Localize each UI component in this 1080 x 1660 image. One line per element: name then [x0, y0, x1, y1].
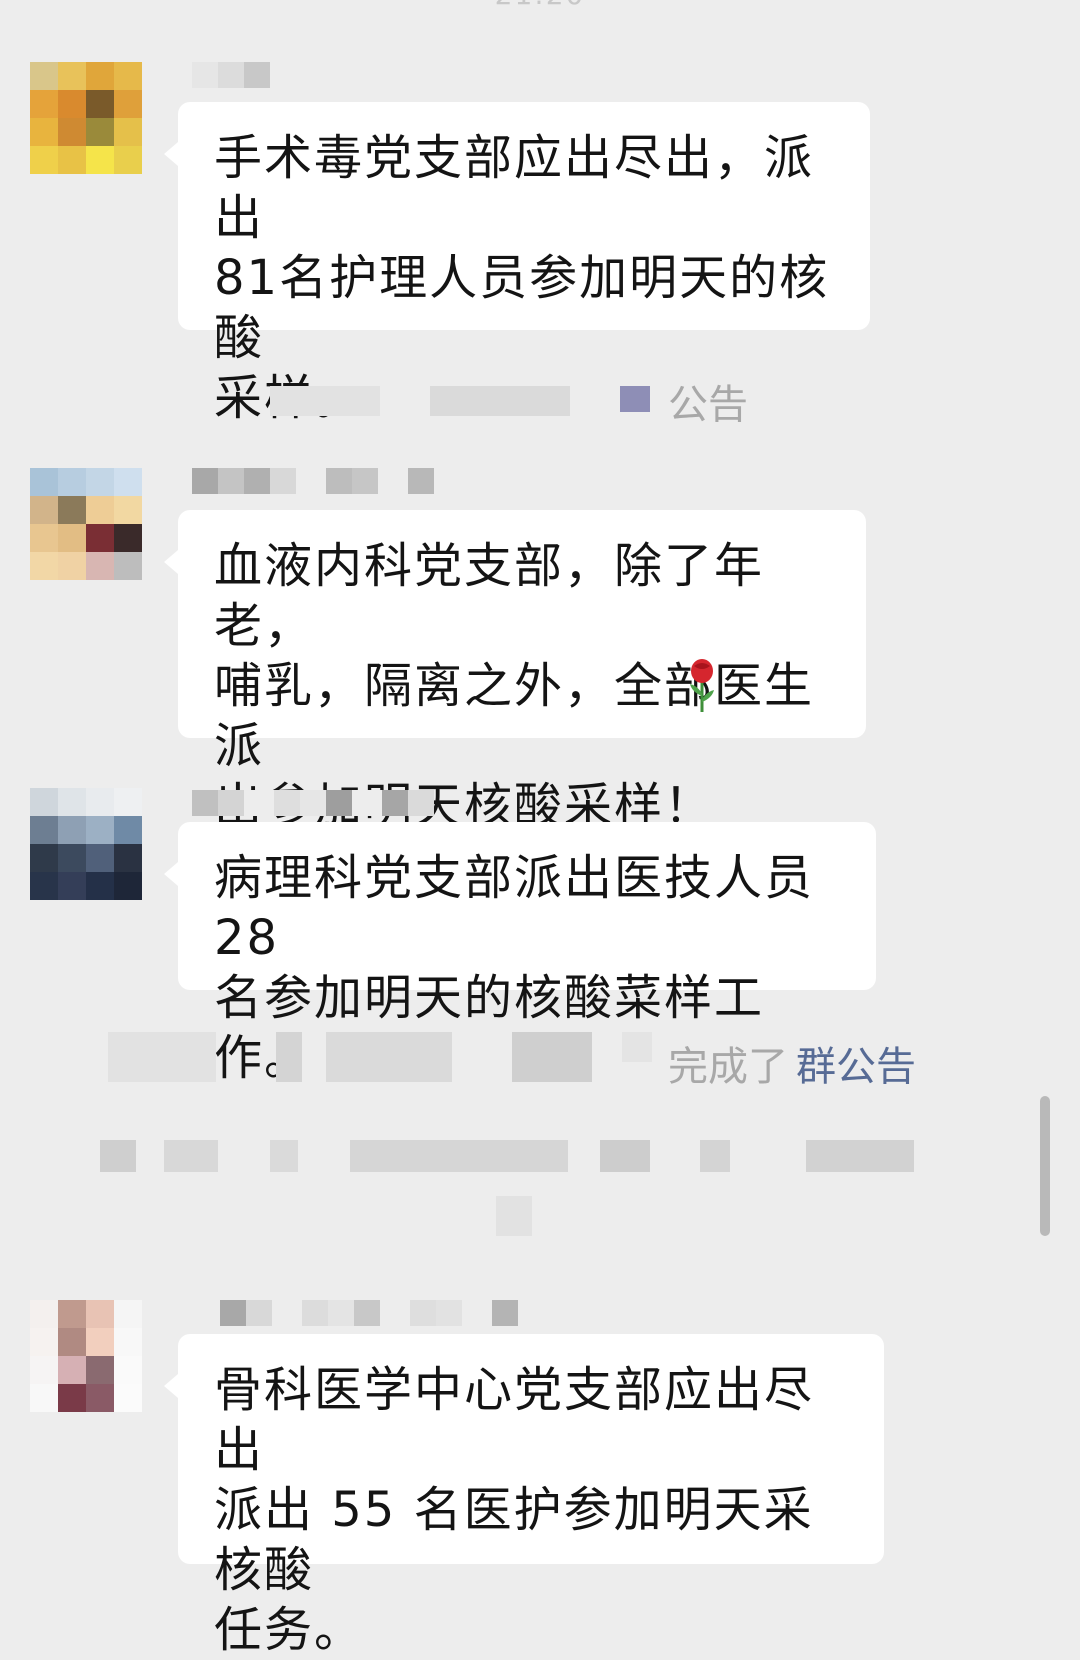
message-bubble[interactable]: 骨科医学中心党支部应出尽出 派出 55 名医护参加明天采核酸 任务。: [164, 1334, 884, 1658]
avatar[interactable]: [30, 468, 142, 580]
sender-name-blurred: [220, 1300, 518, 1330]
system-notice-blurred: [108, 1032, 668, 1082]
avatar[interactable]: [30, 788, 142, 900]
system-notice-text: 完成了: [668, 1044, 788, 1090]
scrollbar[interactable]: [1040, 1096, 1050, 1236]
group-announcement-link[interactable]: 群公告: [796, 1034, 916, 1092]
system-notice-blurred: [100, 1136, 920, 1180]
system-notice-blurred: [270, 380, 650, 424]
rose-emoji: [690, 659, 714, 712]
system-notice-text: 公告: [668, 382, 748, 428]
system-notice-blurred: [496, 1196, 546, 1240]
sender-name-blurred: [192, 468, 434, 498]
message-bubble[interactable]: 病理科党支部派出医技人员 28 名参加明天的核酸菜样工作。: [164, 822, 876, 1086]
avatar[interactable]: [30, 62, 142, 174]
message-bubble[interactable]: 血液内科党支部，除了年老， 哺乳，隔离之外，全部医生派 出参加明天核酸采样！: [164, 510, 866, 834]
message-text: 骨科医学中心党支部应出尽出 派出 55 名医护参加明天采核酸 任务。: [214, 1362, 815, 1658]
avatar[interactable]: [30, 1300, 142, 1412]
sender-name-blurred: [192, 62, 270, 92]
sender-name-blurred: [192, 790, 434, 820]
message-bubble[interactable]: 手术毒党支部应出尽出，派出 81名护理人员参加明天的核酸 采样。: [164, 102, 870, 426]
timestamp: 21:20: [0, 0, 1080, 11]
